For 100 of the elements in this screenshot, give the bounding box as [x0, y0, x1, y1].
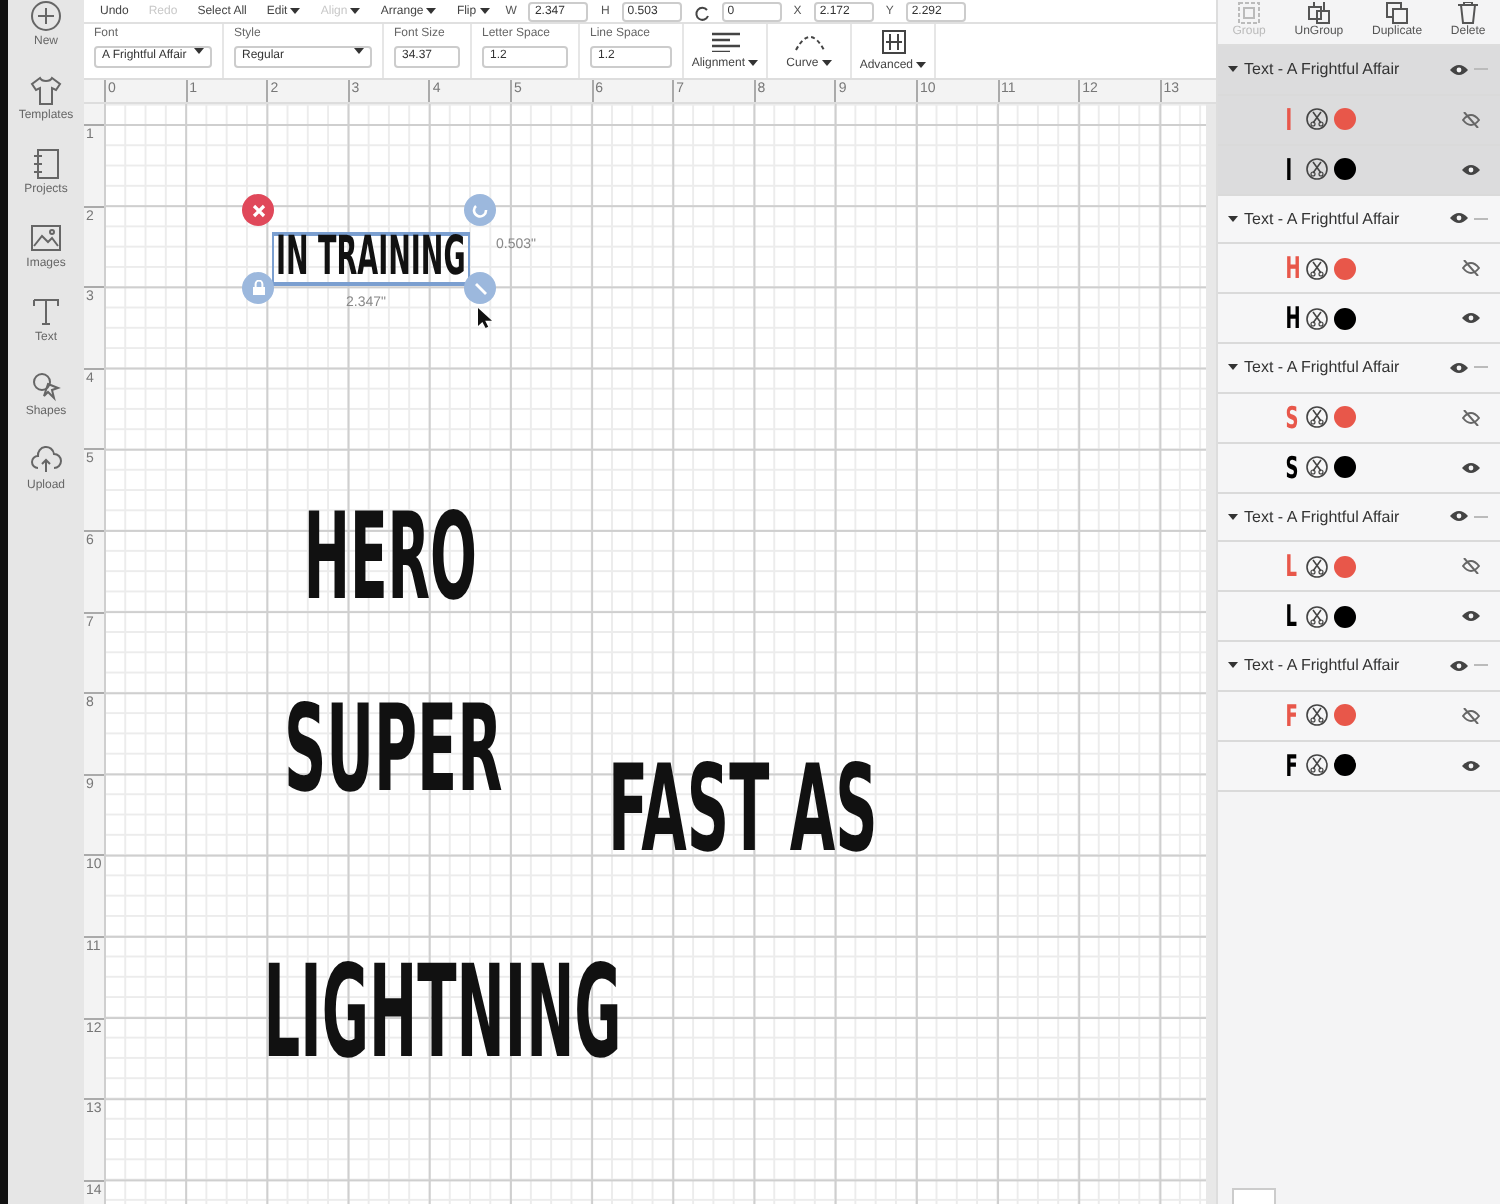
layer-title: Text - A Frightful Affair — [1244, 209, 1402, 228]
close-icon — [251, 203, 265, 217]
trash-icon — [1458, 2, 1479, 24]
layer-row[interactable]: S — [1218, 443, 1500, 493]
canvas-text[interactable]: HERO — [300, 508, 481, 612]
scissors-icon — [1306, 108, 1328, 130]
minus-icon — [1474, 364, 1488, 371]
scissors-icon — [1306, 406, 1328, 428]
resize-handle[interactable] — [464, 272, 496, 304]
eye-hidden-icon[interactable] — [1462, 558, 1480, 574]
layer-title: Text - A Frightful Affair — [1244, 60, 1402, 79]
layer-group-header[interactable]: Text - A Frightful Affair — [1218, 46, 1500, 95]
layer-letter: H — [1285, 300, 1297, 336]
rotate-icon — [472, 202, 488, 218]
eye-hidden-icon[interactable] — [1462, 111, 1480, 127]
color-dot[interactable] — [1334, 307, 1356, 329]
eye-icon[interactable] — [1462, 461, 1480, 473]
scissors-icon — [1306, 754, 1328, 776]
resize-icon — [473, 281, 487, 295]
eye-icon[interactable] — [1450, 212, 1468, 225]
caret-icon — [290, 8, 301, 14]
align-left-icon — [711, 32, 739, 52]
lock-handle[interactable] — [242, 272, 274, 304]
eye-icon[interactable] — [1462, 759, 1480, 771]
canvas-text[interactable]: FAST AS — [604, 760, 882, 864]
layer-letter: S — [1285, 399, 1297, 435]
caret-icon — [1228, 513, 1238, 520]
text-icon — [30, 296, 62, 328]
color-dot[interactable] — [1334, 456, 1356, 478]
shapes-icon — [29, 370, 62, 402]
shirt-icon — [29, 74, 62, 106]
caret-icon — [426, 8, 437, 14]
caret-icon — [1228, 215, 1238, 222]
layer-row[interactable]: I — [1218, 145, 1500, 195]
rotate-handle[interactable] — [464, 194, 496, 226]
eye-hidden-icon[interactable] — [1462, 260, 1480, 276]
layer-letter: F — [1285, 697, 1297, 733]
layer-letter: I — [1285, 151, 1295, 187]
layer-letter: L — [1285, 548, 1297, 584]
caret-icon — [821, 60, 832, 66]
caret-icon — [1228, 364, 1238, 371]
eye-icon[interactable] — [1462, 163, 1480, 175]
caret-icon — [1228, 662, 1238, 669]
lock-icon — [251, 280, 265, 296]
layer-letter: S — [1285, 449, 1297, 485]
group-icon — [1238, 2, 1261, 24]
caret-icon — [479, 8, 490, 14]
canvas-text[interactable]: IN TRAINING — [272, 232, 470, 286]
canvas-text[interactable]: LIGHTNING — [260, 960, 626, 1070]
layer-row[interactable]: F — [1218, 741, 1500, 791]
minus-icon — [1474, 513, 1488, 520]
layer-title: Text - A Frightful Affair — [1244, 358, 1402, 377]
color-dot[interactable] — [1334, 754, 1356, 776]
layer-letter: H — [1285, 250, 1297, 286]
scissors-icon — [1306, 158, 1328, 180]
eye-hidden-icon[interactable] — [1462, 707, 1480, 723]
minus-icon — [1474, 66, 1488, 73]
caret-icon — [354, 48, 364, 54]
color-dot[interactable] — [1334, 406, 1356, 428]
eye-icon[interactable] — [1450, 361, 1468, 374]
caret-icon — [1228, 66, 1238, 73]
scissors-icon — [1306, 307, 1328, 329]
scissors-icon — [1306, 704, 1328, 726]
notebook-icon — [30, 148, 62, 180]
delete-handle[interactable] — [242, 194, 274, 226]
color-dot[interactable] — [1334, 108, 1356, 130]
plus-icon — [30, 0, 62, 32]
eye-icon[interactable] — [1462, 610, 1480, 622]
scissors-icon — [1306, 555, 1328, 577]
layer-group-header[interactable]: Text - A Frightful Affair — [1218, 493, 1500, 542]
caret-icon — [350, 8, 361, 14]
scissors-icon — [1306, 257, 1328, 279]
eye-icon[interactable] — [1462, 312, 1480, 324]
color-dot[interactable] — [1334, 555, 1356, 577]
cursor-icon — [478, 308, 492, 328]
layer-letter: F — [1285, 747, 1297, 783]
layer-title: Text - A Frightful Affair — [1244, 507, 1402, 526]
layer-group-header[interactable]: Text - A Frightful Affair — [1218, 195, 1500, 244]
rotate-icon — [693, 6, 710, 22]
eye-hidden-icon[interactable] — [1462, 409, 1480, 425]
scissors-icon — [1306, 456, 1328, 478]
caret-icon — [916, 62, 927, 68]
eye-icon[interactable] — [1450, 659, 1468, 672]
caret-icon — [748, 60, 759, 66]
eye-icon[interactable] — [1450, 510, 1468, 523]
caret-icon — [194, 48, 204, 54]
minus-icon — [1474, 215, 1488, 222]
layer-letter: I — [1285, 101, 1295, 137]
layer-letter: L — [1285, 598, 1297, 634]
eye-icon[interactable] — [1450, 63, 1468, 76]
minus-icon — [1474, 662, 1488, 669]
color-dot[interactable] — [1334, 605, 1356, 627]
color-dot[interactable] — [1334, 704, 1356, 726]
ungroup-icon — [1307, 2, 1330, 24]
image-icon — [30, 222, 62, 254]
color-dot[interactable] — [1334, 257, 1356, 279]
panel-field[interactable] — [1232, 1188, 1276, 1204]
color-dot[interactable] — [1334, 158, 1356, 180]
layer-title: Text - A Frightful Affair — [1244, 656, 1402, 675]
canvas-text[interactable]: SUPER — [280, 700, 507, 804]
